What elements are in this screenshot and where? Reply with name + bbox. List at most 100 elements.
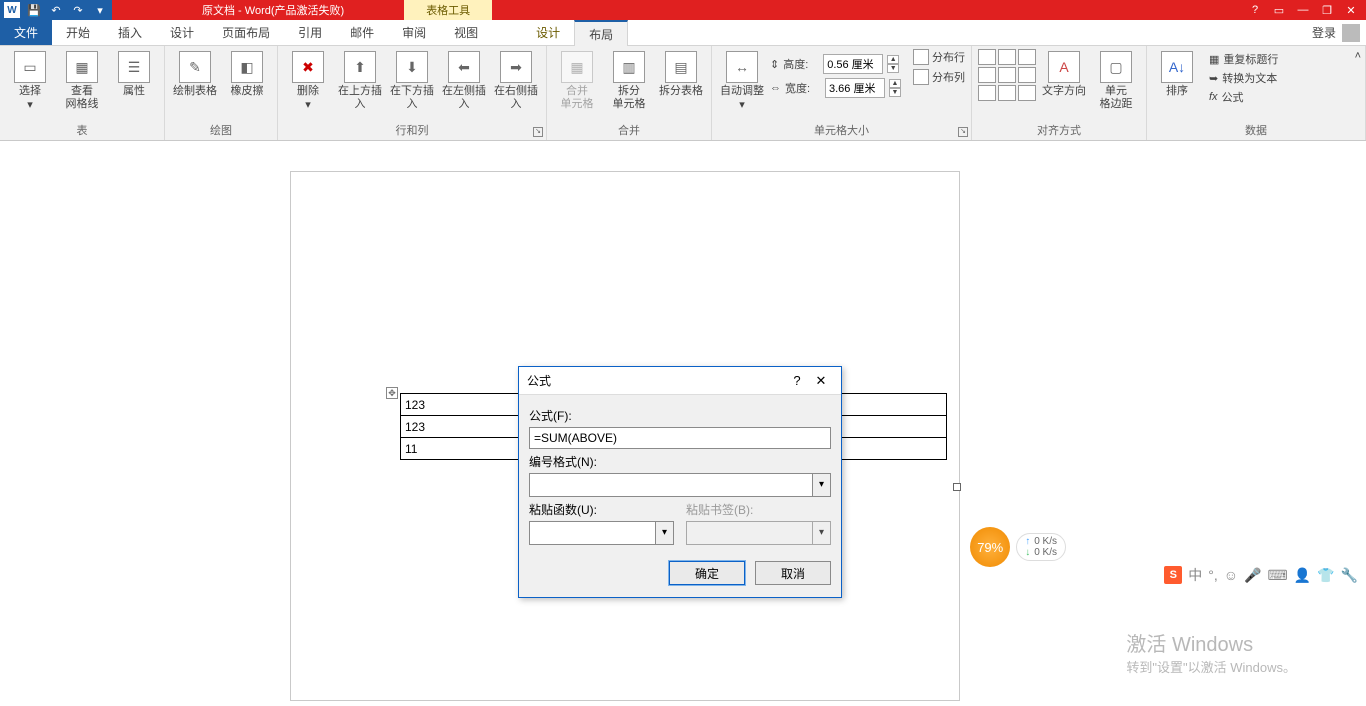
qat-dropdown-icon[interactable]: ▾ [92,2,108,18]
upload-rate: 0 K/s [1034,536,1057,547]
chevron-down-icon[interactable]: ▾ [812,474,830,496]
view-gridlines-button[interactable]: ▦查看 网格线 [58,49,106,113]
chevron-down-icon[interactable]: ▾ [655,522,673,544]
ime-smiley-icon[interactable]: ☺ [1224,567,1238,583]
tab-table-design[interactable]: 设计 [522,20,574,45]
eraser-button[interactable]: ◧橡皮擦 [223,49,271,100]
login-link[interactable]: 登录 [1312,24,1336,41]
group-table: ▭选择▾ ▦查看 网格线 ☰属性 表 [0,46,165,140]
number-format-combo[interactable]: ▾ [529,473,831,497]
tab-file[interactable]: 文件 [0,20,52,45]
dialog-launcher-icon[interactable]: ↘ [533,127,543,137]
tab-view[interactable]: 视图 [440,20,492,45]
group-merge: ▦合并 单元格 ▥拆分 单元格 ▤拆分表格 合并 [547,46,712,140]
tab-table-layout[interactable]: 布局 [574,20,628,46]
paste-bookmark-combo: ▾ [686,521,831,545]
group-label: 单元格大小 [718,122,965,140]
width-down[interactable]: ▼ [889,88,901,97]
tab-references[interactable]: 引用 [284,20,336,45]
width-icon: ⇔ [770,82,781,94]
quick-access-toolbar: W 💾 ↶ ↷ ▾ [0,0,112,20]
group-cell-size: ↔自动调整▾ ⇕ 高度: ▲▼ ⇔ 宽度: ▲▼ 分布行 分布列 [712,46,972,140]
tab-review[interactable]: 审阅 [388,20,440,45]
height-up[interactable]: ▲ [887,55,899,64]
ime-shirt-icon[interactable]: 👕 [1317,567,1334,584]
tab-design[interactable]: 设计 [156,20,208,45]
ime-person-icon[interactable]: 👤 [1294,567,1311,584]
save-icon[interactable]: 💾 [26,2,42,18]
insert-above-button[interactable]: ⬆在上方插入 [336,49,384,113]
sort-button[interactable]: A↓排序 [1153,49,1201,100]
height-down[interactable]: ▼ [887,64,899,73]
insert-right-button[interactable]: ➡在右侧插入 [492,49,540,113]
select-button[interactable]: ▭选择▾ [6,49,54,113]
redo-icon[interactable]: ↷ [70,2,86,18]
distribute-cols-button[interactable]: 分布列 [913,69,965,85]
height-label: 高度: [783,56,819,72]
ime-toolbar[interactable]: S 中 °, ☺ 🎤 ⌨ 👤 👕 🔧 [1164,565,1358,585]
formula-button[interactable]: fx公式 [1209,89,1278,105]
group-data: A↓排序 ▦重复标题行 ➥转换为文本 fx公式 数据 ˄ [1147,46,1366,140]
sogou-icon[interactable]: S [1164,566,1182,584]
ok-button[interactable]: 确定 [669,561,745,585]
ribbon-options-icon[interactable]: ▭ [1272,4,1286,17]
restore-icon[interactable]: ❐ [1320,4,1334,17]
tab-home[interactable]: 开始 [52,20,104,45]
ime-keyboard-icon[interactable]: ⌨ [1267,567,1287,584]
help-icon[interactable]: ? [1248,4,1262,17]
minimize-icon[interactable]: — [1296,4,1310,17]
ime-lang[interactable]: 中 [1188,565,1202,585]
ribbon: ▭选择▾ ▦查看 网格线 ☰属性 表 ✎绘制表格 ◧橡皮擦 绘图 ✖删除▾ ⬆在… [0,46,1366,141]
paste-function-label: 粘贴函数(U): [529,501,674,518]
autofit-button[interactable]: ↔自动调整▾ [718,49,766,113]
width-input[interactable] [825,78,885,98]
width-up[interactable]: ▲ [889,79,901,88]
ime-wrench-icon[interactable]: 🔧 [1341,567,1358,584]
table-move-handle-icon[interactable]: ✥ [386,387,398,399]
repeat-header-button[interactable]: ▦重复标题行 [1209,51,1278,67]
contextual-tab-table-tools: 表格工具 [404,0,492,20]
speed-percent: 79% [970,527,1010,567]
split-table-button[interactable]: ▤拆分表格 [657,49,705,100]
distribute-rows-button[interactable]: 分布行 [913,49,965,65]
tab-page-layout[interactable]: 页面布局 [208,20,284,45]
group-rows-cols: ✖删除▾ ⬆在上方插入 ⬇在下方插入 ⬅在左侧插入 ➡在右侧插入 行和列 ↘ [278,46,547,140]
convert-to-text-button[interactable]: ➥转换为文本 [1209,70,1278,86]
formula-input[interactable] [529,427,831,449]
alignment-gallery[interactable] [978,49,1036,101]
text-direction-button[interactable]: A文字方向 [1040,49,1088,100]
paste-bookmark-label: 粘贴书签(B): [686,501,831,518]
ime-punct-icon[interactable]: °, [1208,567,1218,583]
chevron-down-icon: ▾ [812,522,830,544]
dialog-close-icon[interactable]: ✕ [809,373,833,389]
document-title: 原文档 - Word(产品激活失败) [202,2,344,18]
group-alignment: A文字方向 ▢单元 格边距 对齐方式 [972,46,1147,140]
dialog-help-icon[interactable]: ? [785,373,809,388]
split-cells-button[interactable]: ▥拆分 单元格 [605,49,653,113]
tab-mailings[interactable]: 邮件 [336,20,388,45]
height-input[interactable] [823,54,883,74]
paste-function-combo[interactable]: ▾ [529,521,674,545]
ime-mic-icon[interactable]: 🎤 [1244,567,1261,584]
collapse-ribbon-icon[interactable]: ˄ [1355,50,1361,62]
properties-button[interactable]: ☰属性 [110,49,158,100]
table-resize-handle-icon[interactable] [953,483,961,491]
network-speed-widget[interactable]: 79% ↑0 K/s ↓0 K/s [970,527,1066,567]
tab-insert[interactable]: 插入 [104,20,156,45]
cancel-button[interactable]: 取消 [755,561,831,585]
group-label: 绘图 [171,122,271,140]
close-icon[interactable]: ✕ [1344,4,1358,17]
draw-table-button[interactable]: ✎绘制表格 [171,49,219,100]
group-label: 合并 [553,122,705,140]
insert-left-button[interactable]: ⬅在左侧插入 [440,49,488,113]
cell-margins-button[interactable]: ▢单元 格边距 [1092,49,1140,113]
insert-below-button[interactable]: ⬇在下方插入 [388,49,436,113]
dialog-launcher-icon[interactable]: ↘ [958,127,968,137]
avatar-icon[interactable] [1342,24,1360,42]
delete-button[interactable]: ✖删除▾ [284,49,332,113]
formula-dialog: 公式 ? ✕ 公式(F): 编号格式(N): ▾ 粘贴函数(U): ▾ 粘贴书签… [518,366,842,598]
document-area: ✥ 123 123 11 公式 ? ✕ 公式(F): 编号格式(N): ▾ 粘贴… [0,141,1366,706]
undo-icon[interactable]: ↶ [48,2,64,18]
menu-tabs: 文件 开始 插入 设计 页面布局 引用 邮件 审阅 视图 设计 布局 登录 [0,20,1366,46]
download-icon: ↓ [1025,547,1030,558]
